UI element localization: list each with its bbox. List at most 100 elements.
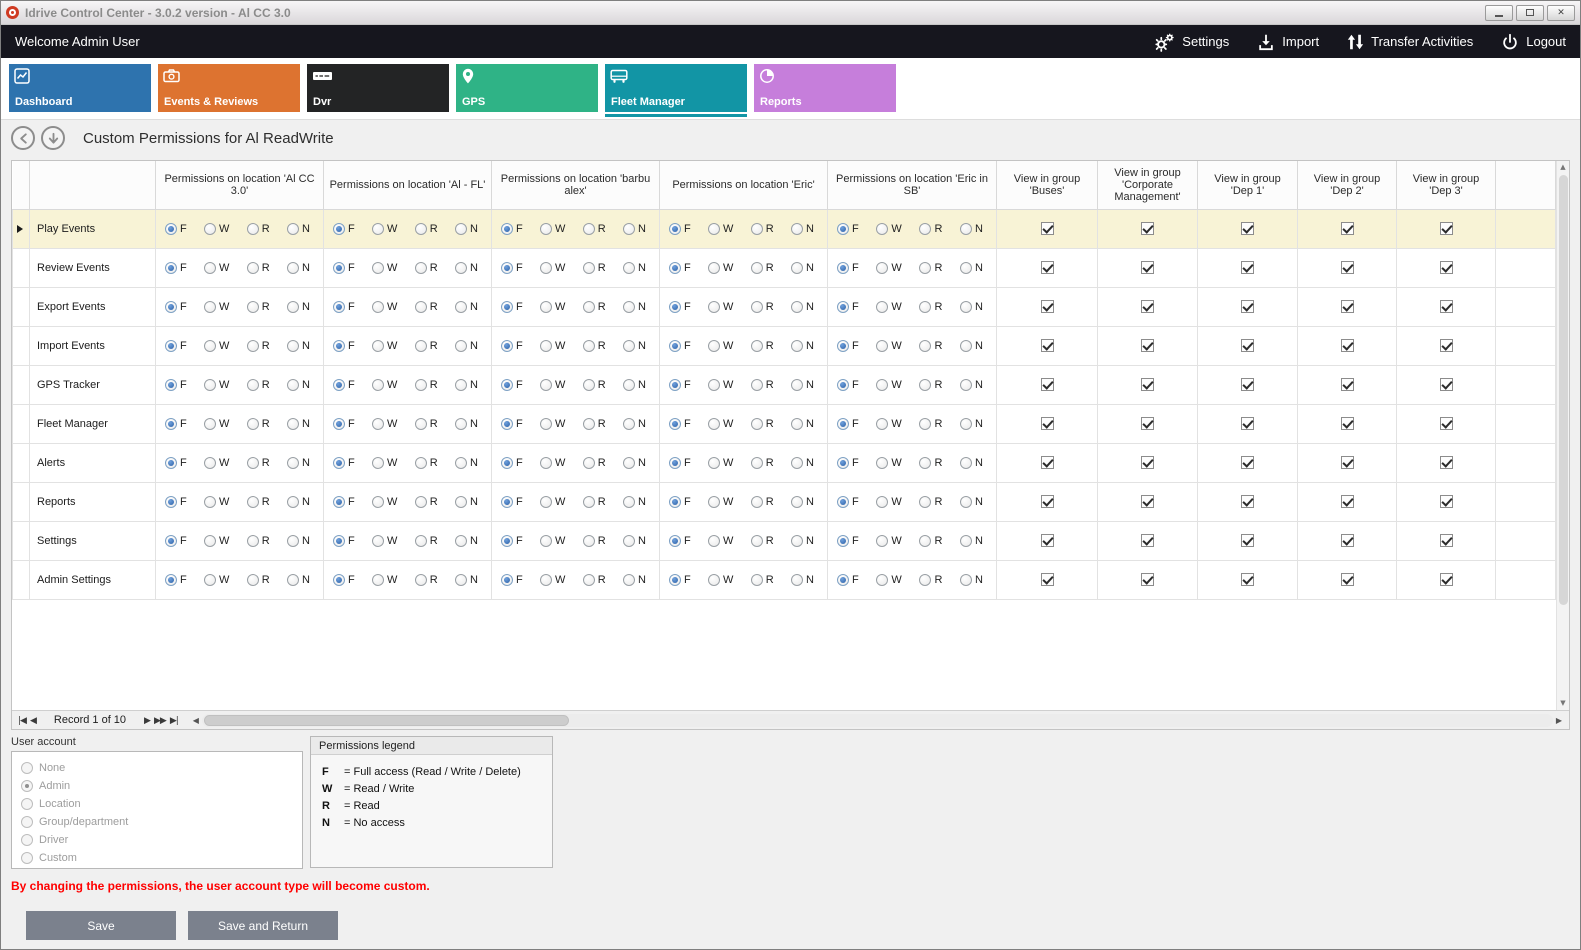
radio-option-f[interactable]: F	[333, 340, 355, 352]
radio-option-n[interactable]: N	[960, 379, 983, 391]
header-action-transfer-activities[interactable]: Transfer Activities	[1347, 33, 1473, 51]
tab-events-reviews[interactable]: Events & Reviews	[158, 64, 300, 112]
radio-option-w[interactable]: W	[876, 340, 901, 352]
group-checkbox[interactable]	[1341, 378, 1354, 391]
radio-option-w[interactable]: W	[372, 301, 397, 313]
radio-option-n[interactable]: N	[455, 535, 478, 547]
group-checkbox[interactable]	[1141, 417, 1154, 430]
tab-reports[interactable]: Reports	[754, 64, 896, 112]
radio-option-n[interactable]: N	[623, 379, 646, 391]
radio-option-f[interactable]: F	[333, 535, 355, 547]
radio-option-n[interactable]: N	[455, 301, 478, 313]
radio-option-n[interactable]: N	[623, 262, 646, 274]
radio-option-f[interactable]: F	[501, 535, 523, 547]
radio-option-w[interactable]: W	[876, 457, 901, 469]
account-type-option-none[interactable]: None	[21, 759, 293, 777]
group-checkbox[interactable]	[1041, 378, 1054, 391]
radio-option-n[interactable]: N	[791, 379, 814, 391]
tab-gps[interactable]: GPS	[456, 64, 598, 112]
radio-option-f[interactable]: F	[501, 262, 523, 274]
radio-option-f[interactable]: F	[333, 418, 355, 430]
scroll-down-icon[interactable]: ▼	[1560, 697, 1565, 710]
group-checkbox[interactable]	[1341, 534, 1354, 547]
nav-forward-button[interactable]: ▶▶	[152, 716, 168, 726]
radio-option-n[interactable]: N	[455, 418, 478, 430]
group-checkbox[interactable]	[1440, 378, 1453, 391]
radio-option-w[interactable]: W	[540, 496, 565, 508]
radio-option-f[interactable]: F	[837, 457, 859, 469]
group-checkbox[interactable]	[1141, 339, 1154, 352]
grid-row-reports[interactable]: ReportsFWRNFWRNFWRNFWRNFWRN	[13, 482, 1556, 521]
group-checkbox[interactable]	[1241, 417, 1254, 430]
nav-next-button[interactable]: ▶	[142, 716, 152, 726]
vertical-scroll-thumb[interactable]	[1559, 175, 1568, 605]
radio-option-w[interactable]: W	[876, 574, 901, 586]
radio-option-n[interactable]: N	[960, 418, 983, 430]
radio-option-n[interactable]: N	[623, 496, 646, 508]
grid-row-import-events[interactable]: Import EventsFWRNFWRNFWRNFWRNFWRN	[13, 326, 1556, 365]
minimize-button[interactable]	[1485, 5, 1513, 21]
group-checkbox[interactable]	[1241, 534, 1254, 547]
radio-option-n[interactable]: N	[455, 496, 478, 508]
radio-option-w[interactable]: W	[204, 379, 229, 391]
grid-row-export-events[interactable]: Export EventsFWRNFWRNFWRNFWRNFWRN	[13, 287, 1556, 326]
radio-option-n[interactable]: N	[287, 418, 310, 430]
radio-option-r[interactable]: R	[583, 535, 606, 547]
scroll-right-icon[interactable]: ▶	[1553, 716, 1565, 725]
scroll-up-icon[interactable]: ▲	[1560, 161, 1565, 174]
group-checkbox[interactable]	[1341, 222, 1354, 235]
radio-option-w[interactable]: W	[372, 457, 397, 469]
radio-option-f[interactable]: F	[165, 418, 187, 430]
group-checkbox[interactable]	[1241, 495, 1254, 508]
radio-option-w[interactable]: W	[204, 574, 229, 586]
radio-option-f[interactable]: F	[669, 223, 691, 235]
radio-option-n[interactable]: N	[623, 535, 646, 547]
radio-option-f[interactable]: F	[165, 301, 187, 313]
group-checkbox[interactable]	[1041, 339, 1054, 352]
group-column-header[interactable]: View in group 'Corporate Management'	[1098, 161, 1198, 209]
radio-option-f[interactable]: F	[669, 574, 691, 586]
radio-option-r[interactable]: R	[415, 301, 438, 313]
radio-option-f[interactable]: F	[165, 223, 187, 235]
radio-option-n[interactable]: N	[455, 574, 478, 586]
group-checkbox[interactable]	[1041, 573, 1054, 586]
radio-option-f[interactable]: F	[165, 379, 187, 391]
radio-option-n[interactable]: N	[455, 223, 478, 235]
radio-option-r[interactable]: R	[751, 535, 774, 547]
location-column-header[interactable]: Permissions on location 'Eric in SB'	[828, 161, 997, 209]
radio-option-f[interactable]: F	[501, 418, 523, 430]
save-button[interactable]: Save	[26, 911, 176, 940]
nav-last-button[interactable]: ▶|	[168, 716, 180, 726]
radio-option-f[interactable]: F	[501, 379, 523, 391]
radio-option-n[interactable]: N	[791, 535, 814, 547]
radio-option-w[interactable]: W	[372, 574, 397, 586]
radio-option-f[interactable]: F	[837, 535, 859, 547]
radio-option-w[interactable]: W	[204, 457, 229, 469]
location-column-header[interactable]: Permissions on location 'barbu alex'	[492, 161, 660, 209]
radio-option-w[interactable]: W	[708, 535, 733, 547]
radio-option-f[interactable]: F	[501, 496, 523, 508]
radio-option-n[interactable]: N	[455, 262, 478, 274]
radio-option-w[interactable]: W	[708, 262, 733, 274]
radio-option-r[interactable]: R	[751, 340, 774, 352]
tab-dashboard[interactable]: Dashboard	[9, 64, 151, 112]
radio-option-r[interactable]: R	[583, 457, 606, 469]
radio-option-f[interactable]: F	[333, 574, 355, 586]
horizontal-scrollbar[interactable]: ◀ ▶	[190, 713, 1565, 728]
radio-option-r[interactable]: R	[583, 574, 606, 586]
radio-option-n[interactable]: N	[791, 496, 814, 508]
tab-fleet-manager[interactable]: Fleet Manager	[605, 64, 747, 112]
group-checkbox[interactable]	[1341, 456, 1354, 469]
radio-option-n[interactable]: N	[791, 418, 814, 430]
radio-option-n[interactable]: N	[960, 535, 983, 547]
radio-option-w[interactable]: W	[540, 418, 565, 430]
group-checkbox[interactable]	[1141, 456, 1154, 469]
radio-option-r[interactable]: R	[415, 574, 438, 586]
radio-option-n[interactable]: N	[623, 301, 646, 313]
radio-option-r[interactable]: R	[415, 262, 438, 274]
radio-option-n[interactable]: N	[287, 379, 310, 391]
horizontal-scroll-thumb[interactable]	[204, 715, 569, 726]
radio-option-r[interactable]: R	[583, 262, 606, 274]
location-column-header[interactable]: Permissions on location 'Eric'	[660, 161, 828, 209]
radio-option-r[interactable]: R	[919, 496, 942, 508]
